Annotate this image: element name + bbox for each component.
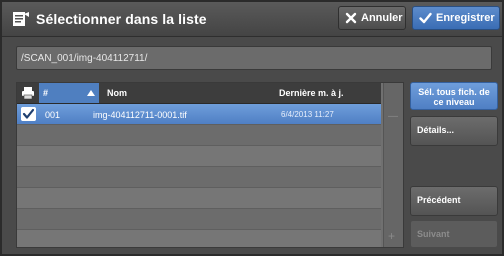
path-field: /SCAN_001/img-404112711/ <box>16 46 492 70</box>
document-list-icon <box>13 12 29 26</box>
row-name: img-404112711-0001.tif <box>93 110 187 120</box>
column-header-name[interactable]: Nom <box>107 88 127 98</box>
next-button[interactable]: Suivant <box>410 220 498 248</box>
list-header: # Nom Dernière m. à j. <box>17 83 381 104</box>
empty-row <box>17 146 381 167</box>
next-label: Suivant <box>417 229 450 239</box>
sort-up-icon <box>87 90 95 96</box>
scrollbar[interactable]: — + <box>383 83 403 247</box>
column-header-modified[interactable]: Dernière m. à j. <box>279 88 344 98</box>
cancel-button[interactable]: Annuler <box>338 6 406 30</box>
table-row[interactable]: 001 img-404112711-0001.tif 6/4/2013 11:2… <box>17 104 381 125</box>
save-label: Enregistrer <box>436 12 495 24</box>
scroll-up-icon[interactable]: — <box>388 111 398 122</box>
previous-button[interactable]: Précédent <box>410 186 498 216</box>
checkbox-checked-icon[interactable] <box>21 107 36 121</box>
file-list: # Nom Dernière m. à j. 001 img-404112711… <box>16 82 404 248</box>
empty-row <box>17 209 381 230</box>
select-all-label: Sél. tous fich. de ce niveau <box>418 87 490 107</box>
row-number: 001 <box>45 110 61 120</box>
column-number-label: # <box>43 88 49 98</box>
printer-icon <box>22 87 34 100</box>
details-label: Détails... <box>417 125 455 135</box>
scroll-down-icon[interactable]: + <box>388 229 395 243</box>
x-icon <box>345 12 357 24</box>
empty-row <box>17 230 381 247</box>
row-modified: 6/4/2013 11:27 <box>281 110 334 119</box>
empty-row <box>17 167 381 188</box>
list-rows: 001 img-404112711-0001.tif 6/4/2013 11:2… <box>17 104 381 247</box>
path-text: /SCAN_001/img-404112711/ <box>21 53 148 64</box>
checkmark-icon <box>419 12 432 24</box>
cancel-label: Annuler <box>361 12 403 24</box>
empty-row <box>17 188 381 209</box>
previous-label: Précédent <box>417 195 461 205</box>
select-all-button[interactable]: Sél. tous fich. de ce niveau <box>410 82 498 110</box>
screen: Sélectionner dans la liste Annuler Enreg… <box>0 0 504 256</box>
save-button[interactable]: Enregistrer <box>412 6 500 30</box>
page-title: Sélectionner dans la liste <box>36 11 207 27</box>
empty-row <box>17 125 381 146</box>
title-bar: Sélectionner dans la liste Annuler Enreg… <box>2 2 502 37</box>
details-button[interactable]: Détails... <box>410 116 498 146</box>
column-header-number[interactable]: # <box>39 83 99 103</box>
